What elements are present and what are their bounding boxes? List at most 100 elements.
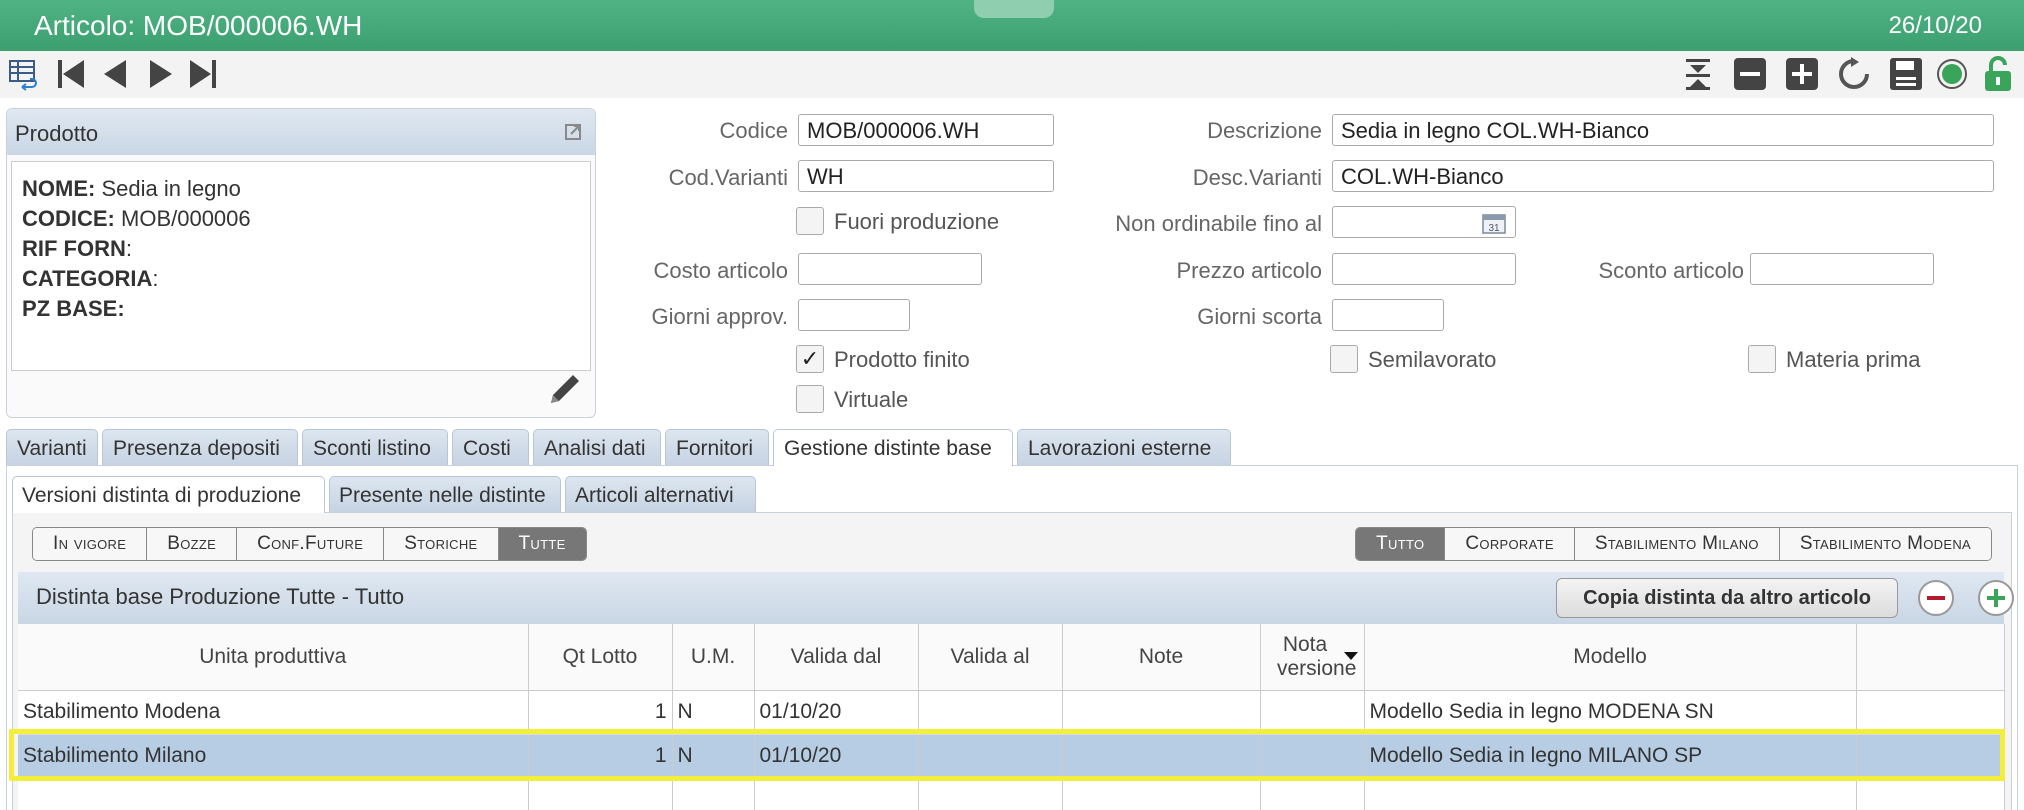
cell-qt-lotto: 1 (528, 690, 673, 735)
status-button[interactable] (1934, 55, 1970, 93)
semilavorato-checkbox[interactable] (1330, 345, 1358, 373)
prodotto-finito-label: Prodotto finito (834, 347, 970, 372)
nota-versione-text: Nota versione (1277, 632, 1357, 680)
pencil-icon[interactable] (545, 369, 585, 409)
refresh-button[interactable] (1836, 55, 1872, 93)
tab-lavorazioni-esterne[interactable]: Lavorazioni esterne (1017, 429, 1231, 465)
copy-bom-button[interactable]: Copia distinta da altro articolo (1556, 578, 1898, 618)
prodotto-finito-checkbox[interactable]: ✓ (796, 345, 824, 373)
giorni-approv-field[interactable] (798, 299, 910, 331)
filter-tutto[interactable]: Tutto (1356, 528, 1446, 560)
column-header-modello[interactable]: Modello (1364, 624, 1857, 691)
cell-extra (1856, 690, 2005, 735)
list-view-button[interactable] (6, 55, 42, 93)
column-header-valida-dal[interactable]: Valida dal (754, 624, 919, 691)
descrizione-field[interactable]: Sedia in legno COL.WH-Bianco (1332, 114, 1994, 146)
cell-valida-al (918, 734, 1063, 779)
title-bar: Articolo: MOB/000006.WH 26/10/20 (0, 0, 2024, 51)
tab-presenza-depositi[interactable]: Presenza depositi (102, 429, 298, 465)
plus-circle-icon (1987, 589, 2005, 607)
prezzo-articolo-label: Prezzo articolo (1176, 258, 1322, 283)
cell-unita-produttiva: Stabilimento Modena (18, 690, 529, 735)
grid-header: Distinta base Produzione Tutte - Tutto C… (18, 572, 2014, 624)
delete-button[interactable] (1732, 55, 1768, 93)
costo-articolo-field[interactable] (798, 253, 982, 285)
costo-articolo-label: Costo articolo (653, 258, 788, 283)
calendar-icon[interactable]: 31 (1482, 212, 1506, 234)
column-header-um[interactable]: U.M. (672, 624, 755, 691)
column-header-valida-al[interactable]: Valida al (918, 624, 1063, 691)
validity-filter: In vigore Bozze Conf.Future Storiche Tut… (32, 527, 587, 561)
add-row-button[interactable] (1978, 580, 2014, 616)
desc-varianti-field[interactable]: COL.WH-Bianco (1332, 160, 1994, 192)
filter-stabilimento-milano[interactable]: Stabilimento Milano (1574, 528, 1780, 560)
column-header-unita-produttiva[interactable]: Unita produttiva (18, 624, 529, 691)
table-row-selected[interactable]: Stabilimento Milano 1 N 01/10/20 Modello… (18, 734, 2005, 779)
drag-handle[interactable] (974, 0, 1054, 18)
product-panel-header: Prodotto (7, 109, 595, 155)
subtab-articoli-alternativi[interactable]: Articoli alternativi (565, 476, 756, 512)
add-button[interactable] (1784, 55, 1820, 93)
collapse-expand-icon (1686, 59, 1710, 90)
filter-stabilimento-modena[interactable]: Stabilimento Modena (1779, 528, 1991, 560)
filter-conf-future[interactable]: Conf.Future (237, 528, 385, 560)
cod-varianti-field[interactable]: WH (798, 160, 1054, 192)
tab-costi[interactable]: Costi (452, 429, 529, 465)
filter-storiche[interactable]: Storiche (384, 528, 499, 560)
filter-tutte[interactable]: Tutte (498, 528, 586, 560)
save-button[interactable] (1888, 55, 1924, 93)
sconto-articolo-field[interactable] (1750, 253, 1934, 285)
remove-row-button[interactable] (1918, 580, 1954, 616)
status-circle-icon (1937, 59, 1967, 89)
prezzo-articolo-field[interactable] (1332, 253, 1516, 285)
materia-prima-checkbox[interactable] (1748, 345, 1776, 373)
previous-record-button[interactable] (98, 55, 132, 93)
svg-text:31: 31 (1488, 223, 1500, 234)
current-date: 26/10/20 (1888, 12, 1982, 39)
filter-corporate[interactable]: Corporate (1445, 528, 1575, 560)
column-header-nota-versione[interactable]: Nota versione (1260, 624, 1365, 691)
subtab-versioni-distinta[interactable]: Versioni distinta di produzione (12, 476, 325, 513)
next-icon (150, 60, 172, 88)
cell-valida-dal: 01/10/20 (754, 690, 919, 735)
popout-icon[interactable] (563, 122, 583, 142)
last-record-button[interactable] (186, 55, 220, 93)
cell-um: N (672, 734, 755, 779)
tab-sconti-listino[interactable]: Sconti listino (302, 429, 448, 465)
next-record-button[interactable] (144, 55, 178, 93)
tab-gestione-distinte-base[interactable]: Gestione distinte base (773, 429, 1013, 466)
tab-fornitori[interactable]: Fornitori (665, 429, 769, 465)
column-header-note[interactable]: Note (1062, 624, 1261, 691)
non-ordinabile-label: Non ordinabile fino al (1115, 211, 1322, 236)
window-title: Articolo: MOB/000006.WH (34, 10, 363, 41)
product-line-category: CATEGORIA: (22, 266, 159, 291)
cell-nota-versione (1260, 734, 1365, 779)
expand-button[interactable] (1680, 55, 1716, 93)
filter-in-vigore[interactable]: In vigore (33, 528, 148, 560)
product-line-name: NOME: Sedia in legno (22, 176, 241, 201)
table-row-empty (18, 778, 2005, 810)
product-line-base-pieces: PZ BASE: (22, 296, 125, 321)
tab-varianti[interactable]: Varianti (6, 429, 98, 465)
filter-bozze[interactable]: Bozze (147, 528, 238, 560)
cod-varianti-label: Cod.Varianti (668, 165, 788, 190)
table-row[interactable]: Stabilimento Modena 1 N 01/10/20 Modello… (18, 690, 2005, 735)
skip-last-icon (190, 60, 216, 88)
subtab-presente-nelle-distinte[interactable]: Presente nelle distinte (329, 476, 561, 512)
grid-title: Distinta base Produzione Tutte - Tutto (36, 584, 405, 609)
product-panel-title: Prodotto (15, 121, 99, 146)
save-icon (1890, 58, 1922, 90)
product-summary: NOME: Sedia in legno CODICE: MOB/000006 … (11, 161, 591, 371)
unlock-button[interactable] (1980, 55, 2016, 93)
previous-icon (104, 60, 126, 88)
sort-desc-icon[interactable] (1343, 652, 1358, 660)
fuori-produzione-checkbox[interactable] (796, 207, 824, 235)
tab-analisi-dati[interactable]: Analisi dati (533, 429, 661, 465)
column-header-qt-lotto[interactable]: Qt Lotto (528, 624, 673, 691)
codice-field[interactable]: MOB/000006.WH (798, 114, 1054, 146)
giorni-scorta-field[interactable] (1332, 299, 1444, 331)
first-record-button[interactable] (54, 55, 88, 93)
fuori-produzione-label: Fuori produzione (834, 209, 1000, 234)
virtuale-checkbox[interactable] (796, 385, 824, 413)
giorni-scorta-label: Giorni scorta (1197, 304, 1322, 329)
